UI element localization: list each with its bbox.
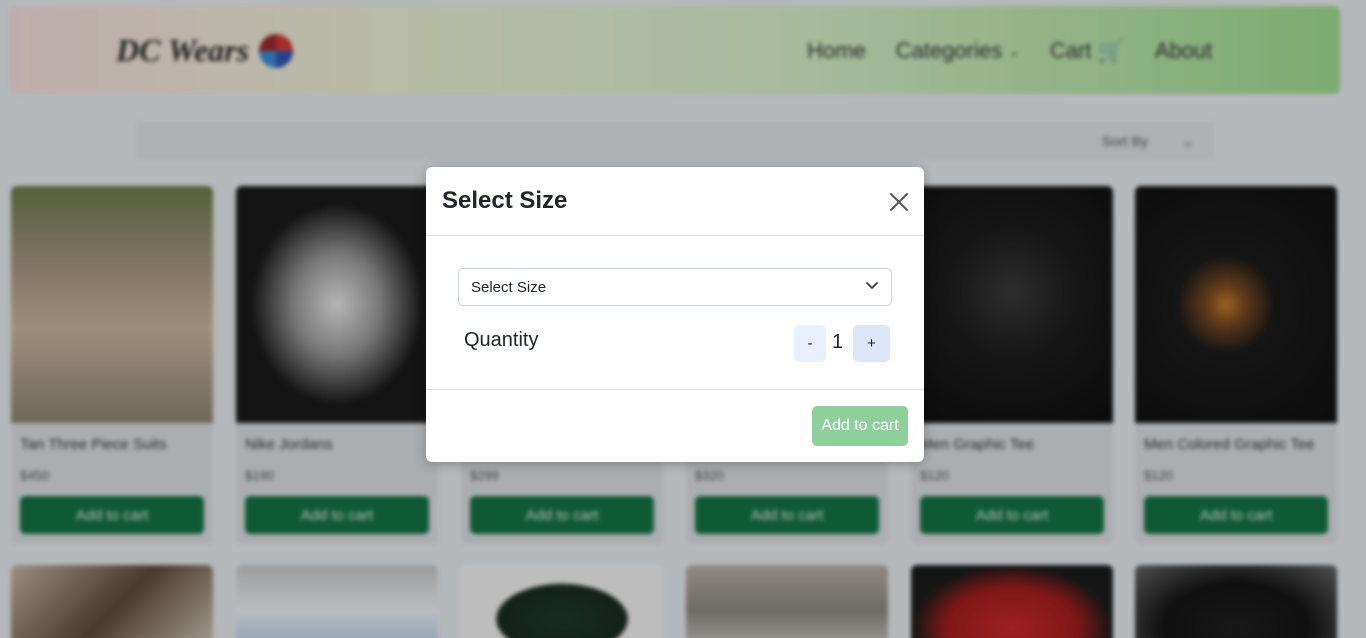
select-size-modal: Select Size Select Size Quantity - 1 + A… bbox=[426, 167, 924, 462]
modal-title: Select Size bbox=[442, 187, 568, 214]
quantity-label: Quantity bbox=[464, 329, 539, 351]
quantity-increment-button[interactable]: + bbox=[853, 325, 890, 362]
modal-footer: Add to cart bbox=[426, 389, 924, 462]
quantity-value: 1 bbox=[832, 331, 844, 353]
size-select-value: Select Size bbox=[471, 278, 547, 296]
close-icon[interactable] bbox=[888, 191, 910, 213]
add-to-cart-button[interactable]: Add to cart bbox=[812, 406, 908, 446]
modal-header: Select Size bbox=[426, 167, 924, 236]
quantity-decrement-button[interactable]: - bbox=[794, 325, 826, 362]
size-select[interactable]: Select Size bbox=[458, 268, 892, 306]
chevron-down-icon bbox=[865, 278, 879, 296]
